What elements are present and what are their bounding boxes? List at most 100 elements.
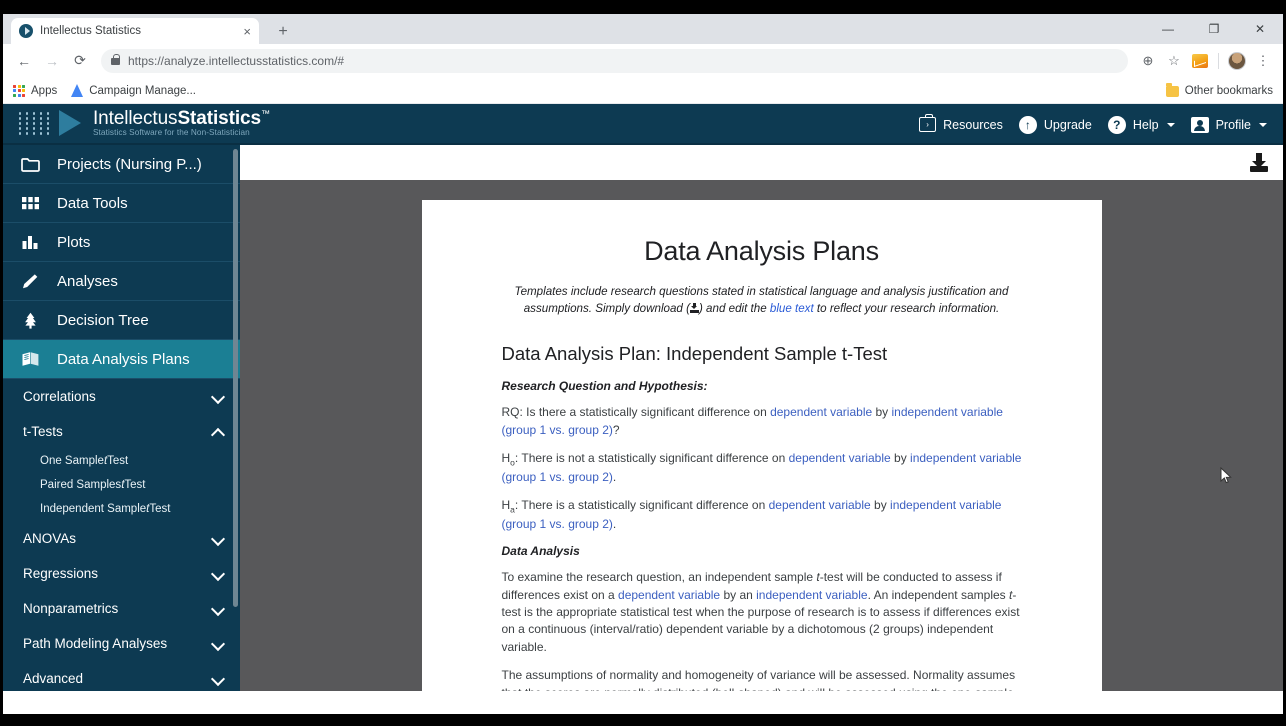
download-icon[interactable] xyxy=(1249,152,1269,173)
question-circle-icon: ? xyxy=(1107,115,1126,134)
sidebar-group-label: Regressions xyxy=(23,566,99,581)
sub-label-post: Test xyxy=(107,455,129,467)
intro-part-3: to reflect your research information. xyxy=(813,302,1000,316)
sidebar-group-label: t-Tests xyxy=(23,424,63,439)
rq-tail: ? xyxy=(612,422,620,437)
pencil-icon xyxy=(19,271,41,291)
tab-title: Intellectus Statistics xyxy=(40,25,141,37)
h0-independent-variable: independent variable xyxy=(910,451,1022,466)
minimize-icon[interactable]: — xyxy=(1145,14,1191,44)
section-heading-data-analysis: Data Analysis xyxy=(501,544,580,559)
maximize-icon[interactable]: ❐ xyxy=(1191,14,1237,44)
sidebar-item-decision-tree[interactable]: Decision Tree xyxy=(3,301,240,340)
nav-help[interactable]: ? Help xyxy=(1107,115,1175,134)
person-icon xyxy=(1190,116,1209,133)
sidebar-group-regressions[interactable]: Regressions xyxy=(3,556,240,591)
sidebar-group-nonparametrics[interactable]: Nonparametrics xyxy=(3,591,240,626)
sidebar: Projects (Nursing P...) Data Tools Plots… xyxy=(3,145,240,691)
bar-chart-icon xyxy=(19,232,41,252)
plan-title: Data Analysis Plan: Independent Sample t… xyxy=(501,343,888,365)
zoom-icon[interactable]: ⊕ xyxy=(1136,49,1160,73)
document-intro: Templates include research questions sta… xyxy=(512,283,1012,317)
sidebar-item-label: Projects (Nursing P...) xyxy=(57,155,202,173)
sidebar-item-data-analysis-plans[interactable]: Data Analysis Plans xyxy=(3,340,240,379)
sub-label-pre: Paired Samples xyxy=(40,479,122,491)
sidebar-scrollbar-thumb[interactable] xyxy=(233,149,238,607)
download-inline-icon xyxy=(689,303,699,314)
app-logo[interactable]: IntellectusStatistics™ Statistics Softwa… xyxy=(3,109,270,138)
browser-tab[interactable]: Intellectus Statistics × xyxy=(11,18,259,44)
upload-circle-icon: ↑ xyxy=(1018,115,1037,134)
bookmark-campaign-manager[interactable]: Campaign Manage... xyxy=(71,84,196,97)
sidebar-item-label: Analyses xyxy=(57,272,118,290)
da-p1-independent-variable: independent variable xyxy=(756,587,868,602)
ha-groups: (group 1 vs. group 2) xyxy=(501,516,613,531)
url-text: https://analyze.intellectusstatistics.co… xyxy=(128,53,345,68)
section-heading-research-question: Research Question and Hypothesis: xyxy=(501,379,708,394)
sidebar-item-label: Data Analysis Plans xyxy=(57,350,190,368)
bookmark-label: Apps xyxy=(31,84,58,97)
grid-icon xyxy=(19,193,41,213)
sub-label-post: Test xyxy=(149,503,171,515)
forward-icon[interactable]: → xyxy=(39,48,65,74)
chevron-down-icon xyxy=(1166,122,1175,127)
sidebar-item-one-sample-t-test[interactable]: One Sample t Test xyxy=(3,449,240,473)
intro-blue-text: blue text xyxy=(769,302,814,316)
avatar[interactable] xyxy=(1225,49,1249,73)
chevron-down-icon xyxy=(213,568,224,579)
h0-mid: by xyxy=(890,451,911,466)
extension-icon[interactable] xyxy=(1188,49,1212,73)
alternative-hypothesis-paragraph: Ha: There is a statistically significant… xyxy=(502,497,1022,533)
chrome-menu-icon[interactable]: ⋮ xyxy=(1251,49,1275,73)
logo-text: IntellectusStatistics™ Statistics Softwa… xyxy=(93,109,270,138)
sidebar-group-t-tests[interactable]: t-Tests xyxy=(3,414,240,449)
lock-icon xyxy=(111,54,120,65)
rq-mid: by xyxy=(872,405,892,420)
sidebar-group-label: Advanced xyxy=(23,671,84,686)
address-bar[interactable]: https://analyze.intellectusstatistics.co… xyxy=(101,48,1128,73)
browser-window: Intellectus Statistics × + — ❐ ✕ ← → ⟳ h… xyxy=(3,14,1283,714)
sidebar-group-label: Correlations xyxy=(23,389,96,404)
document-scroll-area[interactable]: Data Analysis Plans Templates include re… xyxy=(240,180,1283,691)
sidebar-group-path-modeling[interactable]: Path Modeling Analyses xyxy=(3,626,240,661)
nav-upgrade[interactable]: ↑ Upgrade xyxy=(1018,115,1092,134)
reload-icon[interactable]: ⟳ xyxy=(67,48,93,74)
sidebar-group-anovas[interactable]: ANOVAs xyxy=(3,521,240,556)
back-icon[interactable]: ← xyxy=(11,48,37,74)
nav-profile[interactable]: Profile xyxy=(1190,116,1267,133)
new-tab-button[interactable]: + xyxy=(271,21,295,43)
sidebar-group-correlations[interactable]: Correlations xyxy=(3,379,240,414)
play-triangle-icon xyxy=(59,110,81,137)
bookmark-star-icon[interactable]: ☆ xyxy=(1162,49,1186,73)
da-p1-s4: . An independent samples xyxy=(867,587,1009,602)
sub-label-pre: Independent Sample xyxy=(40,503,147,515)
sidebar-group-advanced[interactable]: Advanced xyxy=(3,661,240,691)
ha-independent-variable: independent variable xyxy=(890,498,1002,513)
nav-resources[interactable]: › Resources xyxy=(919,114,1003,132)
sidebar-item-independent-sample-t-test[interactable]: Independent Sample t Test xyxy=(3,497,240,521)
sidebar-item-paired-samples-t-test[interactable]: Paired Samples t Test xyxy=(3,473,240,497)
sidebar-item-data-tools[interactable]: Data Tools xyxy=(3,184,240,223)
chevron-down-icon xyxy=(1259,122,1267,127)
ha-symbol: H xyxy=(501,498,511,513)
logo-main-light: Intellectus xyxy=(93,108,178,130)
other-bookmarks-button[interactable]: Other bookmarks xyxy=(1165,78,1273,104)
h0-symbol: H xyxy=(501,451,511,466)
sub-label-post: Test xyxy=(124,479,146,491)
close-tab-icon[interactable]: × xyxy=(243,25,251,38)
da-p1-s1: To examine the research question, an ind… xyxy=(501,570,817,585)
tree-icon xyxy=(19,310,41,330)
nav-label: Help xyxy=(1132,117,1159,132)
ha-lead: : There is a statistically significant d… xyxy=(514,498,769,513)
rq-lead: RQ: Is there a statistically significant… xyxy=(501,405,771,420)
sidebar-item-projects[interactable]: Projects (Nursing P...) xyxy=(3,145,240,184)
ha-tail: . xyxy=(612,516,617,531)
bookmarks-bar: Apps Campaign Manage... Other bookmarks xyxy=(3,78,1283,104)
data-analysis-paragraph-2: The assumptions of normality and homogen… xyxy=(501,668,1016,691)
sidebar-item-analyses[interactable]: Analyses xyxy=(3,262,240,301)
sidebar-item-plots[interactable]: Plots xyxy=(3,223,240,262)
close-window-icon[interactable]: ✕ xyxy=(1237,14,1283,44)
sidebar-group-label: Nonparametrics xyxy=(23,601,119,616)
bookmark-apps[interactable]: Apps xyxy=(13,84,58,97)
nav-label: Upgrade xyxy=(1043,117,1092,132)
